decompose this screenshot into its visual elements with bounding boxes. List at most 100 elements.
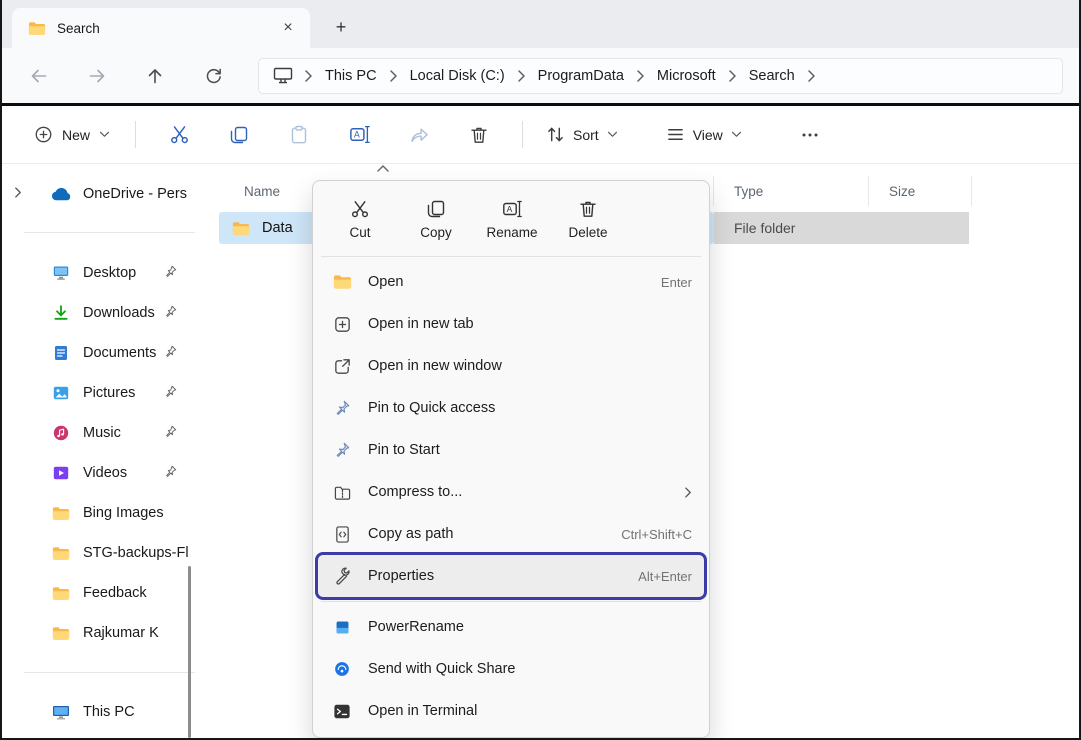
menu-item-pin-to-start[interactable]: Pin to Start	[318, 429, 704, 471]
sidebar-item-this-pc[interactable]: This PC	[4, 692, 209, 732]
folder-icon	[230, 221, 252, 236]
this-pc-icon	[267, 67, 299, 84]
share-button[interactable]	[400, 117, 438, 153]
trash-icon	[469, 125, 489, 145]
new-tab-button[interactable]: +	[324, 11, 358, 43]
onedrive-cloud-icon	[50, 187, 72, 201]
pin-icon	[331, 399, 353, 417]
copy-button[interactable]	[220, 117, 258, 153]
sidebar-item-stg-backups[interactable]: STG-backups-Fl	[4, 533, 209, 573]
menu-item-label: Open in Terminal	[368, 703, 477, 719]
sidebar-item-label: Desktop	[83, 265, 136, 281]
breadcrumb-item-this-pc[interactable]: This PC	[318, 66, 384, 86]
open-new-window-icon	[331, 357, 353, 376]
sidebar-item-rajkumar[interactable]: Rajkumar K	[4, 613, 209, 653]
sidebar-item-music[interactable]: Music	[4, 413, 209, 453]
breadcrumb-chevron-icon[interactable]	[723, 69, 742, 83]
breadcrumb-item-local-disk[interactable]: Local Disk (C:)	[403, 66, 512, 86]
sidebar-item-documents[interactable]: Documents	[4, 333, 209, 373]
menu-item-open[interactable]: Open Enter	[318, 261, 704, 303]
sidebar-item-pictures[interactable]: Pictures	[4, 373, 209, 413]
menu-item-open-in-new-tab[interactable]: Open in new tab	[318, 303, 704, 345]
breadcrumb-chevron-icon[interactable]	[631, 69, 650, 83]
folder-open-icon	[331, 274, 353, 290]
tab-close-icon[interactable]: ×	[274, 15, 302, 41]
sidebar-scrollbar-thumb[interactable]	[188, 566, 191, 738]
chevron-down-icon	[607, 131, 618, 138]
this-pc-icon	[50, 705, 72, 720]
menu-item-powerrename[interactable]: PowerRename	[318, 606, 704, 648]
menu-item-open-in-new-window[interactable]: Open in new window	[318, 345, 704, 387]
quick-action-label: Copy	[420, 225, 452, 240]
column-header-size[interactable]: Size	[869, 176, 972, 206]
sort-icon	[546, 125, 565, 144]
rename-menu-button[interactable]: A Rename	[476, 190, 548, 248]
breadcrumb-chevron-icon[interactable]	[512, 69, 531, 83]
menu-item-copy-as-path[interactable]: Copy as path Ctrl+Shift+C	[318, 513, 704, 555]
chevron-up-icon	[376, 164, 390, 173]
paste-button[interactable]	[280, 117, 318, 153]
sidebar-item-feedback[interactable]: Feedback	[4, 573, 209, 613]
view-button[interactable]: View	[656, 117, 752, 152]
breadcrumb-chevron-icon[interactable]	[299, 69, 318, 83]
menu-item-label: Copy as path	[368, 526, 453, 542]
column-header-label: Type	[734, 184, 763, 199]
zip-folder-icon	[331, 484, 353, 501]
quick-action-label: Rename	[486, 225, 537, 240]
cut-button[interactable]	[160, 117, 198, 153]
menu-item-send-with-quick-share[interactable]: Send with Quick Share	[318, 648, 704, 690]
quick-action-label: Delete	[568, 225, 607, 240]
refresh-button[interactable]	[196, 59, 230, 93]
menu-item-label: PowerRename	[368, 619, 464, 635]
column-header-label: Name	[244, 184, 280, 199]
up-arrow-icon	[145, 66, 165, 86]
forward-button[interactable]	[80, 59, 114, 93]
column-header-type[interactable]: Type	[714, 176, 869, 206]
breadcrumb-item-microsoft[interactable]: Microsoft	[650, 66, 723, 86]
address-bar: This PC Local Disk (C:) ProgramData Micr…	[2, 48, 1079, 106]
trash-icon	[578, 199, 598, 219]
menu-item-compress-to[interactable]: Compress to...	[318, 471, 704, 513]
tab-search[interactable]: Search ×	[12, 8, 310, 48]
sidebar: OneDrive - Pers Desktop Downloads	[4, 166, 209, 736]
chevron-right-icon[interactable]	[14, 186, 22, 199]
sidebar-item-desktop[interactable]: Desktop	[4, 253, 209, 293]
more-options-button[interactable]	[791, 117, 829, 153]
cut-menu-button[interactable]: Cut	[324, 190, 396, 248]
sidebar-item-videos[interactable]: Videos	[4, 453, 209, 493]
sidebar-item-label: Bing Images	[83, 505, 164, 521]
breadcrumb-item-programdata[interactable]: ProgramData	[531, 66, 631, 86]
sidebar-item-downloads[interactable]: Downloads	[4, 293, 209, 333]
rename-button[interactable]: A	[340, 117, 378, 153]
menu-item-pin-to-quick-access[interactable]: Pin to Quick access	[318, 387, 704, 429]
breadcrumb-chevron-icon[interactable]	[802, 69, 821, 83]
new-button[interactable]: New	[22, 117, 122, 152]
delete-button[interactable]	[460, 117, 498, 153]
copy-menu-button[interactable]: Copy	[400, 190, 472, 248]
sidebar-item-onedrive[interactable]: OneDrive - Pers	[4, 174, 209, 214]
pin-icon	[164, 385, 177, 398]
delete-menu-button[interactable]: Delete	[552, 190, 624, 248]
quick-action-label: Cut	[349, 225, 370, 240]
back-button[interactable]	[22, 59, 56, 93]
titlebar: Search × +	[2, 0, 1079, 48]
chevron-down-icon	[731, 131, 742, 138]
document-icon	[50, 345, 72, 361]
menu-item-label: Pin to Quick access	[368, 400, 495, 416]
file-row-type-cell: File folder	[714, 212, 969, 244]
folder-icon	[28, 21, 46, 36]
breadcrumb: This PC Local Disk (C:) ProgramData Micr…	[258, 58, 1063, 94]
menu-item-open-in-terminal[interactable]: Open in Terminal	[318, 690, 704, 732]
breadcrumb-item-search[interactable]: Search	[742, 66, 802, 86]
copy-path-icon	[331, 525, 353, 544]
breadcrumb-chevron-icon[interactable]	[384, 69, 403, 83]
pin-icon	[164, 425, 177, 438]
sidebar-item-label: Documents	[83, 345, 156, 361]
menu-item-properties[interactable]: Properties Alt+Enter	[318, 555, 704, 597]
pin-icon	[164, 265, 177, 278]
chevron-right-icon	[684, 486, 692, 499]
pin-icon	[164, 345, 177, 358]
sort-button[interactable]: Sort	[536, 117, 628, 152]
up-button[interactable]	[138, 59, 172, 93]
sidebar-item-bing-images[interactable]: Bing Images	[4, 493, 209, 533]
